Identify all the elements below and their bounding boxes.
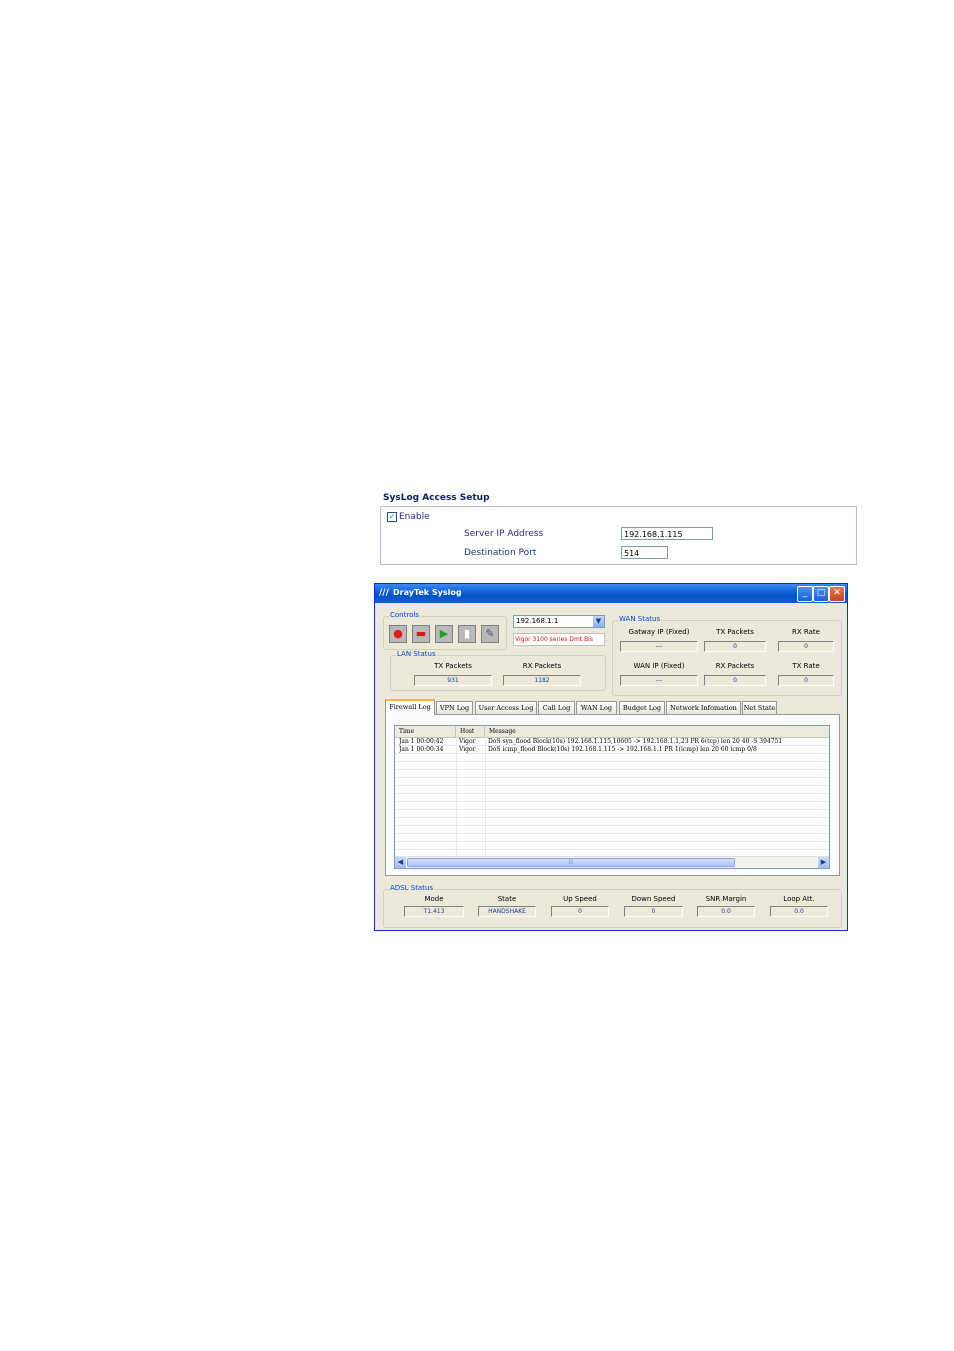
wan-txrate-value: 0: [778, 675, 834, 686]
row-divider: [395, 769, 829, 770]
wan-rxrate-label: RX Rate: [792, 628, 820, 636]
lan-rx-value: 1182: [503, 675, 581, 686]
adsl-up-speed-label: Up Speed: [563, 895, 597, 903]
router-ip-value: 192.168.1.1: [516, 617, 559, 625]
destination-port-input[interactable]: 514: [621, 546, 668, 559]
controls-label: Controls: [389, 611, 420, 619]
adsl-status-label: ADSL Status: [389, 884, 435, 892]
lan-status-label: LAN Status: [396, 650, 437, 658]
record-button[interactable]: ●: [389, 625, 407, 643]
adsl-up-speed-value: 0: [551, 906, 609, 917]
wan-rx-label: RX Packets: [715, 662, 755, 670]
server-ip-label: Server IP Address: [464, 529, 544, 539]
tab-budget-log[interactable]: Budget Log: [619, 701, 665, 714]
chevron-down-icon[interactable]: ▼: [593, 616, 604, 627]
wan-ip-value: ---: [620, 675, 698, 686]
blank-page-icon: ▮: [463, 627, 471, 640]
row-divider: [395, 841, 829, 842]
scroll-right-icon[interactable]: ▶: [818, 857, 829, 868]
router-model: Vigor 3100 series Dmt.Bis: [513, 633, 605, 646]
window-titlebar[interactable]: /// DrayTek Syslog _ □ ✕: [375, 584, 847, 603]
tab-vpn-log[interactable]: VPN Log: [436, 701, 473, 714]
row-divider: [395, 785, 829, 786]
clear-button[interactable]: ▮: [458, 625, 476, 643]
wan-ip-label: WAN IP (Fixed): [633, 662, 685, 670]
row-divider: [395, 825, 829, 826]
log-host: Vigor: [459, 738, 476, 745]
row-divider: [395, 809, 829, 810]
wan-tx-value: 0: [704, 641, 766, 652]
adsl-loop-att-label: Loop Att.: [783, 895, 815, 903]
column-divider: [456, 737, 457, 857]
settings-button[interactable]: ✎: [481, 625, 499, 643]
row-divider: [395, 793, 829, 794]
adsl-state-value: HANDSHAKE: [478, 906, 536, 917]
log-time: Jan 1 00:00:34: [399, 746, 444, 753]
tab-net-state[interactable]: Net State: [742, 701, 777, 714]
column-time[interactable]: Time: [395, 726, 456, 737]
tools-icon: ✎: [485, 627, 495, 640]
close-button[interactable]: ✕: [829, 586, 845, 602]
row-divider: [395, 777, 829, 778]
stop-button[interactable]: ▬: [412, 625, 430, 643]
server-ip-input[interactable]: 192.168.1.115: [621, 527, 713, 540]
adsl-mode-label: Mode: [424, 895, 444, 903]
destination-port-label: Destination Port: [464, 548, 537, 558]
tab-wan-log[interactable]: WAN Log: [576, 701, 617, 714]
syslog-setup-title: SysLog Access Setup: [383, 493, 490, 503]
scrollbar-thumb[interactable]: |||: [407, 858, 735, 867]
log-list-header: Time Host Message: [395, 726, 829, 738]
wan-rx-value: 0: [704, 675, 766, 686]
tab-user-access-log[interactable]: User Access Log: [475, 701, 537, 714]
tab-call-log[interactable]: Call Log: [538, 701, 575, 714]
tab-firewall-log[interactable]: Firewall Log: [385, 699, 435, 715]
log-message: DoS syn_flood Block(10s) 192.168.1.115,1…: [488, 738, 783, 745]
row-divider: [395, 817, 829, 818]
syslog-setup-panel: ✓ Enable Server IP Address 192.168.1.115…: [380, 506, 857, 565]
app-icon: ///: [379, 588, 389, 598]
enable-checkbox[interactable]: ✓: [387, 512, 397, 522]
wan-rxrate-value: 0: [778, 641, 834, 652]
adsl-mode-value: T1.413: [404, 906, 464, 917]
adsl-loop-att-value: 0.0: [770, 906, 828, 917]
adsl-snr-label: SNR Margin: [705, 895, 747, 903]
log-host: Vigor: [459, 746, 476, 753]
row-divider: [395, 849, 829, 850]
lan-tx-label: TX Packets: [434, 662, 472, 670]
row-divider: [395, 801, 829, 802]
column-host[interactable]: Host: [456, 726, 485, 737]
wan-status-label: WAN Status: [618, 615, 662, 623]
wan-gateway-value: ---: [620, 641, 698, 652]
lan-tx-value: 931: [414, 675, 492, 686]
row-divider: [395, 833, 829, 834]
firewall-log-panel: Time Host Message Jan 1 00:00:42 Vigor D…: [385, 714, 840, 876]
play-button[interactable]: ▶: [435, 625, 453, 643]
router-ip-select[interactable]: 192.168.1.1 ▼: [513, 615, 605, 628]
column-divider: [485, 737, 486, 857]
maximize-button[interactable]: □: [813, 586, 829, 602]
record-icon: ●: [393, 627, 403, 640]
stop-icon: ▬: [415, 627, 427, 640]
minimize-button[interactable]: _: [797, 586, 813, 602]
horizontal-scrollbar[interactable]: ◀ ||| ▶: [395, 856, 829, 868]
window-title: DrayTek Syslog: [393, 588, 462, 597]
adsl-snr-value: 0.0: [697, 906, 755, 917]
wan-txrate-label: TX Rate: [792, 662, 820, 670]
wan-tx-label: TX Packets: [716, 628, 754, 636]
log-list[interactable]: Time Host Message Jan 1 00:00:42 Vigor D…: [394, 725, 830, 869]
column-message[interactable]: Message: [485, 726, 829, 737]
play-icon: ▶: [439, 627, 449, 640]
tab-network-information[interactable]: Network Infomation: [666, 701, 741, 714]
adsl-down-speed-value: 0: [624, 906, 683, 917]
log-message: DoS icmp_flood Block(10s) 192.168.1.115 …: [488, 746, 757, 753]
adsl-state-label: State: [497, 895, 517, 903]
enable-label: Enable: [399, 512, 430, 522]
draytek-syslog-window: /// DrayTek Syslog _ □ ✕ Controls ● ▬ ▶ …: [374, 583, 848, 931]
adsl-down-speed-label: Down Speed: [631, 895, 676, 903]
wan-gateway-label: Gatway IP (Fixed): [628, 628, 690, 636]
lan-rx-label: RX Packets: [522, 662, 562, 670]
scroll-left-icon[interactable]: ◀: [395, 857, 406, 868]
row-divider: [395, 761, 829, 762]
log-time: Jan 1 00:00:42: [399, 738, 444, 745]
